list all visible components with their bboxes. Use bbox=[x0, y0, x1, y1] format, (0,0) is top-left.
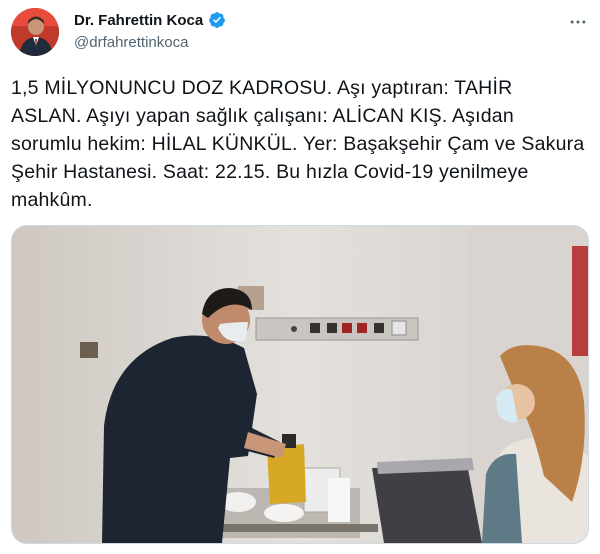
author-name-row: Dr. Fahrettin Koca bbox=[74, 11, 226, 29]
author-display-name[interactable]: Dr. Fahrettin Koca bbox=[74, 12, 203, 29]
tweet-text: 1,5 MİLYONUNCU DOZ KADROSU. Aşı yaptıran… bbox=[11, 77, 585, 211]
tweet-media-photo[interactable] bbox=[11, 225, 589, 544]
vaccination-room-photo bbox=[12, 226, 588, 543]
tweet-card: Dr. Fahrettin Koca @drfahrettinkoca 1,5 … bbox=[0, 0, 600, 554]
author-handle[interactable]: @drfahrettinkoca bbox=[74, 34, 188, 51]
more-horizontal-icon[interactable] bbox=[568, 12, 588, 32]
author-avatar[interactable] bbox=[11, 8, 59, 56]
profile-photo-icon bbox=[11, 8, 59, 56]
verified-badge-icon bbox=[209, 12, 226, 28]
